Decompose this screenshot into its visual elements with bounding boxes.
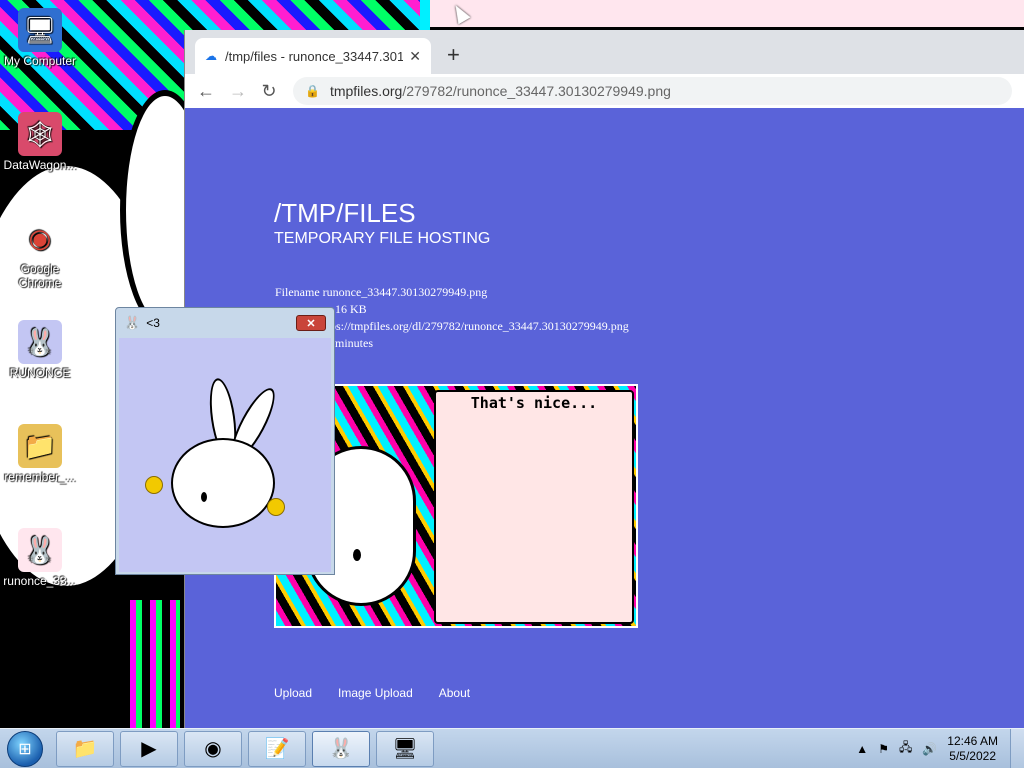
tab-title: /tmp/files - runonce_33447.3013	[225, 48, 404, 64]
desktop-icon-label: remember_...	[4, 470, 76, 484]
bunny-icon: 🐰	[18, 320, 62, 364]
desktop-icon-label: Google Chrome	[18, 262, 62, 290]
address-bar[interactable]: 🔒 tmpfiles.org/279782/runonce_33447.3013…	[293, 77, 1012, 105]
popup-titlebar[interactable]: 🐰 <3 ✕	[116, 308, 334, 338]
browser-toolbar: ← → ↻ 🔒 tmpfiles.org/279782/runonce_3344…	[185, 74, 1024, 108]
desktop-icon-my-computer[interactable]: 🖥 My Computer	[0, 8, 80, 68]
desktop-icon-label: RUNONCE	[9, 366, 71, 380]
web-icon: 🕸	[18, 112, 62, 156]
reload-button[interactable]: ↻	[261, 81, 277, 102]
bunny-hand	[267, 498, 285, 516]
desktop-icon-datawagon[interactable]: 🕸 DataWagon...	[0, 112, 80, 172]
about-link[interactable]: About	[439, 686, 470, 700]
popup-canvas	[119, 338, 331, 572]
desktop-icon-remember[interactable]: 📁 remember_...	[0, 424, 80, 484]
back-button[interactable]: ←	[197, 81, 215, 102]
desktop-icon-label: DataWagon...	[3, 158, 77, 172]
taskbar-notepad-button[interactable]: 📝	[248, 730, 306, 767]
bunny-icon: 🐰	[328, 738, 354, 760]
folder-icon: 📁	[18, 424, 62, 468]
windows-logo-icon: ⊞	[7, 730, 43, 767]
start-button[interactable]: ⊞	[0, 729, 50, 768]
page-subtitle: TEMPORARY FILE HOSTING	[274, 230, 491, 247]
wallpaper-art	[0, 600, 184, 728]
speech-bubble	[434, 390, 634, 624]
image-file-icon: 🐰	[18, 528, 62, 572]
media-player-icon: ▶	[141, 738, 157, 760]
chrome-icon: ◉	[18, 216, 62, 260]
notepad-icon: 📝	[264, 738, 290, 760]
chrome-icon: ◉	[204, 738, 222, 760]
taskbar-explorer-button[interactable]: 📁	[56, 730, 114, 767]
taskbar: ⊞ 📁 ▶ ◉ 📝 🐰 🖥 ▲ ⚑ 🖧 🔊 12:46 AM 5/5/2022	[0, 728, 1024, 768]
action-center-icon[interactable]: ⚑	[878, 742, 889, 756]
upload-link[interactable]: Upload	[274, 686, 312, 700]
bunny-eye	[201, 492, 207, 502]
network-icon[interactable]: 🖧	[899, 738, 912, 759]
clock-date: 5/5/2022	[949, 748, 996, 763]
speech-bubble-text: That's nice...	[470, 394, 598, 412]
url-host: tmpfiles.org	[329, 83, 403, 99]
image-upload-link[interactable]: Image Upload	[338, 686, 413, 700]
cloud-upload-icon: ☁	[205, 49, 217, 63]
desktop-icon-label: My Computer	[3, 54, 77, 68]
system-tray: ▲ ⚑ 🖧 🔊 12:46 AM 5/5/2022	[856, 734, 1010, 764]
forward-button[interactable]: →	[229, 81, 247, 102]
popup-window: 🐰 <3 ✕	[115, 307, 335, 575]
desktop-icon-label: runonce_33...	[3, 574, 77, 588]
footer-nav: Upload Image Upload About	[274, 686, 470, 700]
bunny-hand	[145, 476, 163, 494]
volume-icon[interactable]: 🔊	[922, 742, 937, 756]
taskbar-runonce-button[interactable]: 🐰	[312, 730, 370, 767]
tab-tmpfiles[interactable]: ☁ /tmp/files - runonce_33447.3013 ✕	[195, 38, 431, 74]
file-name: Filename runonce_33447.30130279949.png	[275, 285, 488, 299]
popup-title: <3	[146, 316, 160, 330]
tab-bar: ☁ /tmp/files - runonce_33447.3013 ✕ +	[185, 30, 1024, 74]
popup-close-button[interactable]: ✕	[296, 315, 326, 331]
clock-time: 12:46 AM	[947, 733, 998, 748]
lock-icon: 🔒	[305, 84, 320, 98]
bunny-body	[171, 438, 275, 528]
tab-close-button[interactable]: ✕	[409, 48, 421, 65]
folder-icon: 📁	[72, 738, 98, 760]
computer-icon: 🖥	[18, 8, 62, 52]
taskbar-monitor-button[interactable]: 🖥	[376, 730, 434, 767]
taskbar-chrome-button[interactable]: ◉	[184, 730, 242, 767]
desktop-icon-runonce-png[interactable]: 🐰 runonce_33...	[0, 528, 80, 588]
desktop-icon-runonce[interactable]: 🐰 RUNONCE	[0, 320, 80, 380]
url-path: /279782/runonce_33447.30130279949.png	[402, 83, 671, 99]
new-tab-button[interactable]: +	[447, 42, 460, 68]
desktop-icon-google-chrome[interactable]: ◉ Google Chrome	[0, 216, 80, 290]
taskbar-media-player-button[interactable]: ▶	[120, 730, 178, 767]
show-desktop-button[interactable]	[1010, 728, 1024, 768]
bunny-icon: 🐰	[124, 315, 141, 330]
wallpaper-art	[430, 0, 1024, 30]
page-title: /TMP/FILES	[274, 198, 416, 228]
show-hidden-icons-icon[interactable]: ▲	[856, 742, 868, 756]
monitor-icon: 🖥	[392, 738, 418, 760]
clock[interactable]: 12:46 AM 5/5/2022	[947, 734, 998, 764]
